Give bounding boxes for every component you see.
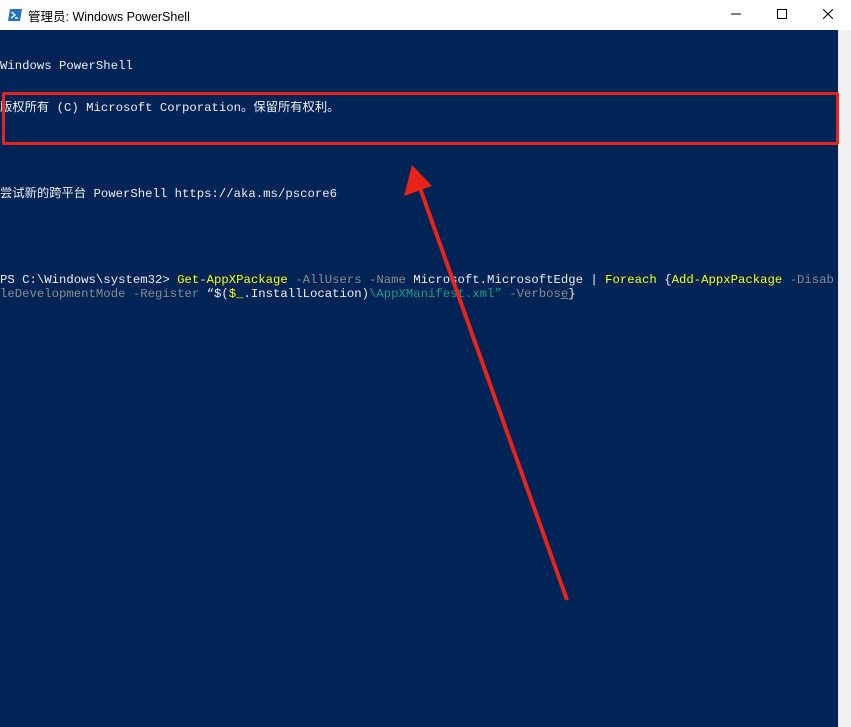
command-token-cmdlet: Add-AppxPackage [671,273,783,288]
command-token-arg: “$( [206,287,229,302]
command-token-param: -AllUsers -Name [287,273,414,288]
command-token-string: \AppXManifest.xml” [368,287,502,302]
close-icon [822,6,834,24]
banner-line: Windows PowerShell [0,58,133,73]
window-controls [713,0,851,30]
command-token-arg: { [664,273,672,288]
command-token-arg: | [583,273,606,288]
vertical-scrollbar[interactable] [838,30,851,727]
copyright-line: 版权所有 (C) Microsoft Corporation。保留所有权利。 [0,101,340,116]
maximize-button[interactable] [759,0,805,30]
close-button[interactable] [805,0,851,30]
command-token-cmdlet: Foreach [605,273,665,288]
console-output[interactable]: Windows PowerShell 版权所有 (C) Microsoft Co… [0,30,838,727]
minimize-button[interactable] [713,0,759,30]
prompt: PS C:\Windows\system32> [0,273,178,288]
title-bar[interactable]: 管理员: Windows PowerShell [0,0,851,30]
powershell-window: 管理员: Windows PowerShell Windows PowerShe… [0,0,851,727]
maximize-icon [777,6,787,24]
command-token-arg: Microsoft.MicrosoftEdge [413,273,583,288]
command-token-param: -Verbos [501,287,561,302]
minimize-icon [731,6,741,24]
pscore-hint-line: 尝试新的跨平台 PowerShell https://aka.ms/pscore… [0,187,337,202]
window-title: 管理员: Windows PowerShell [28,9,190,24]
command-token-arg: } [568,287,576,302]
command-token-cmdlet: Get-AppXPackage [177,273,288,288]
command-token-arg: .InstallLocation) [243,287,369,302]
powershell-icon [7,7,23,23]
command-line[interactable]: PS C:\Windows\system32> Get-AppXPackage … [0,273,838,302]
command-token-cmdlet: $_ [228,287,244,302]
